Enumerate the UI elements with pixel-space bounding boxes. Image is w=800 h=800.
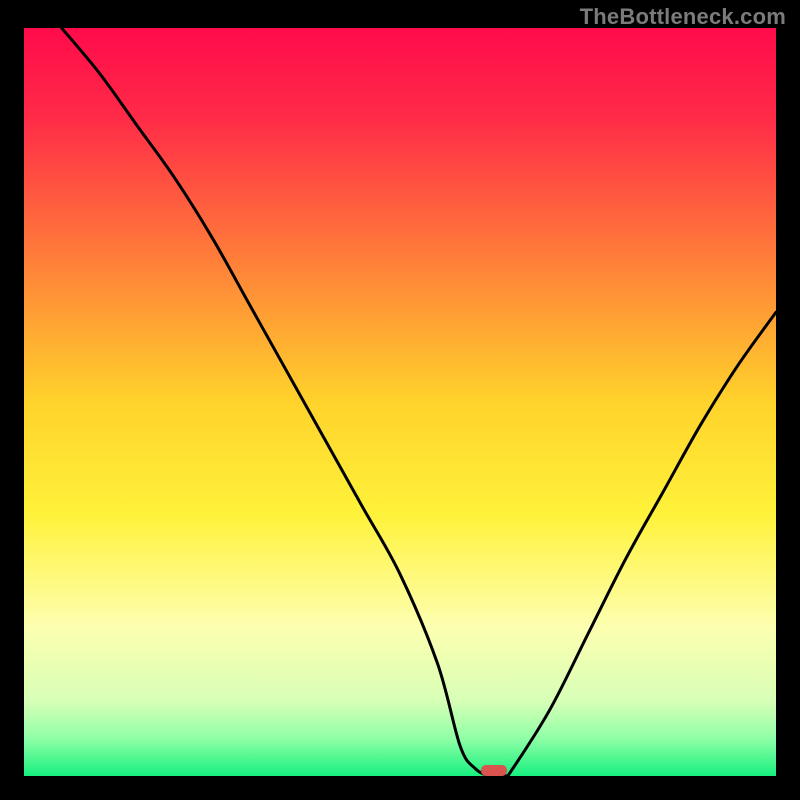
chart-frame: TheBottleneck.com — [0, 0, 800, 800]
chart-svg — [24, 28, 776, 776]
watermark-label: TheBottleneck.com — [580, 4, 786, 30]
chart-background — [24, 28, 776, 776]
optimal-marker — [481, 765, 507, 776]
bottleneck-chart — [24, 28, 776, 776]
